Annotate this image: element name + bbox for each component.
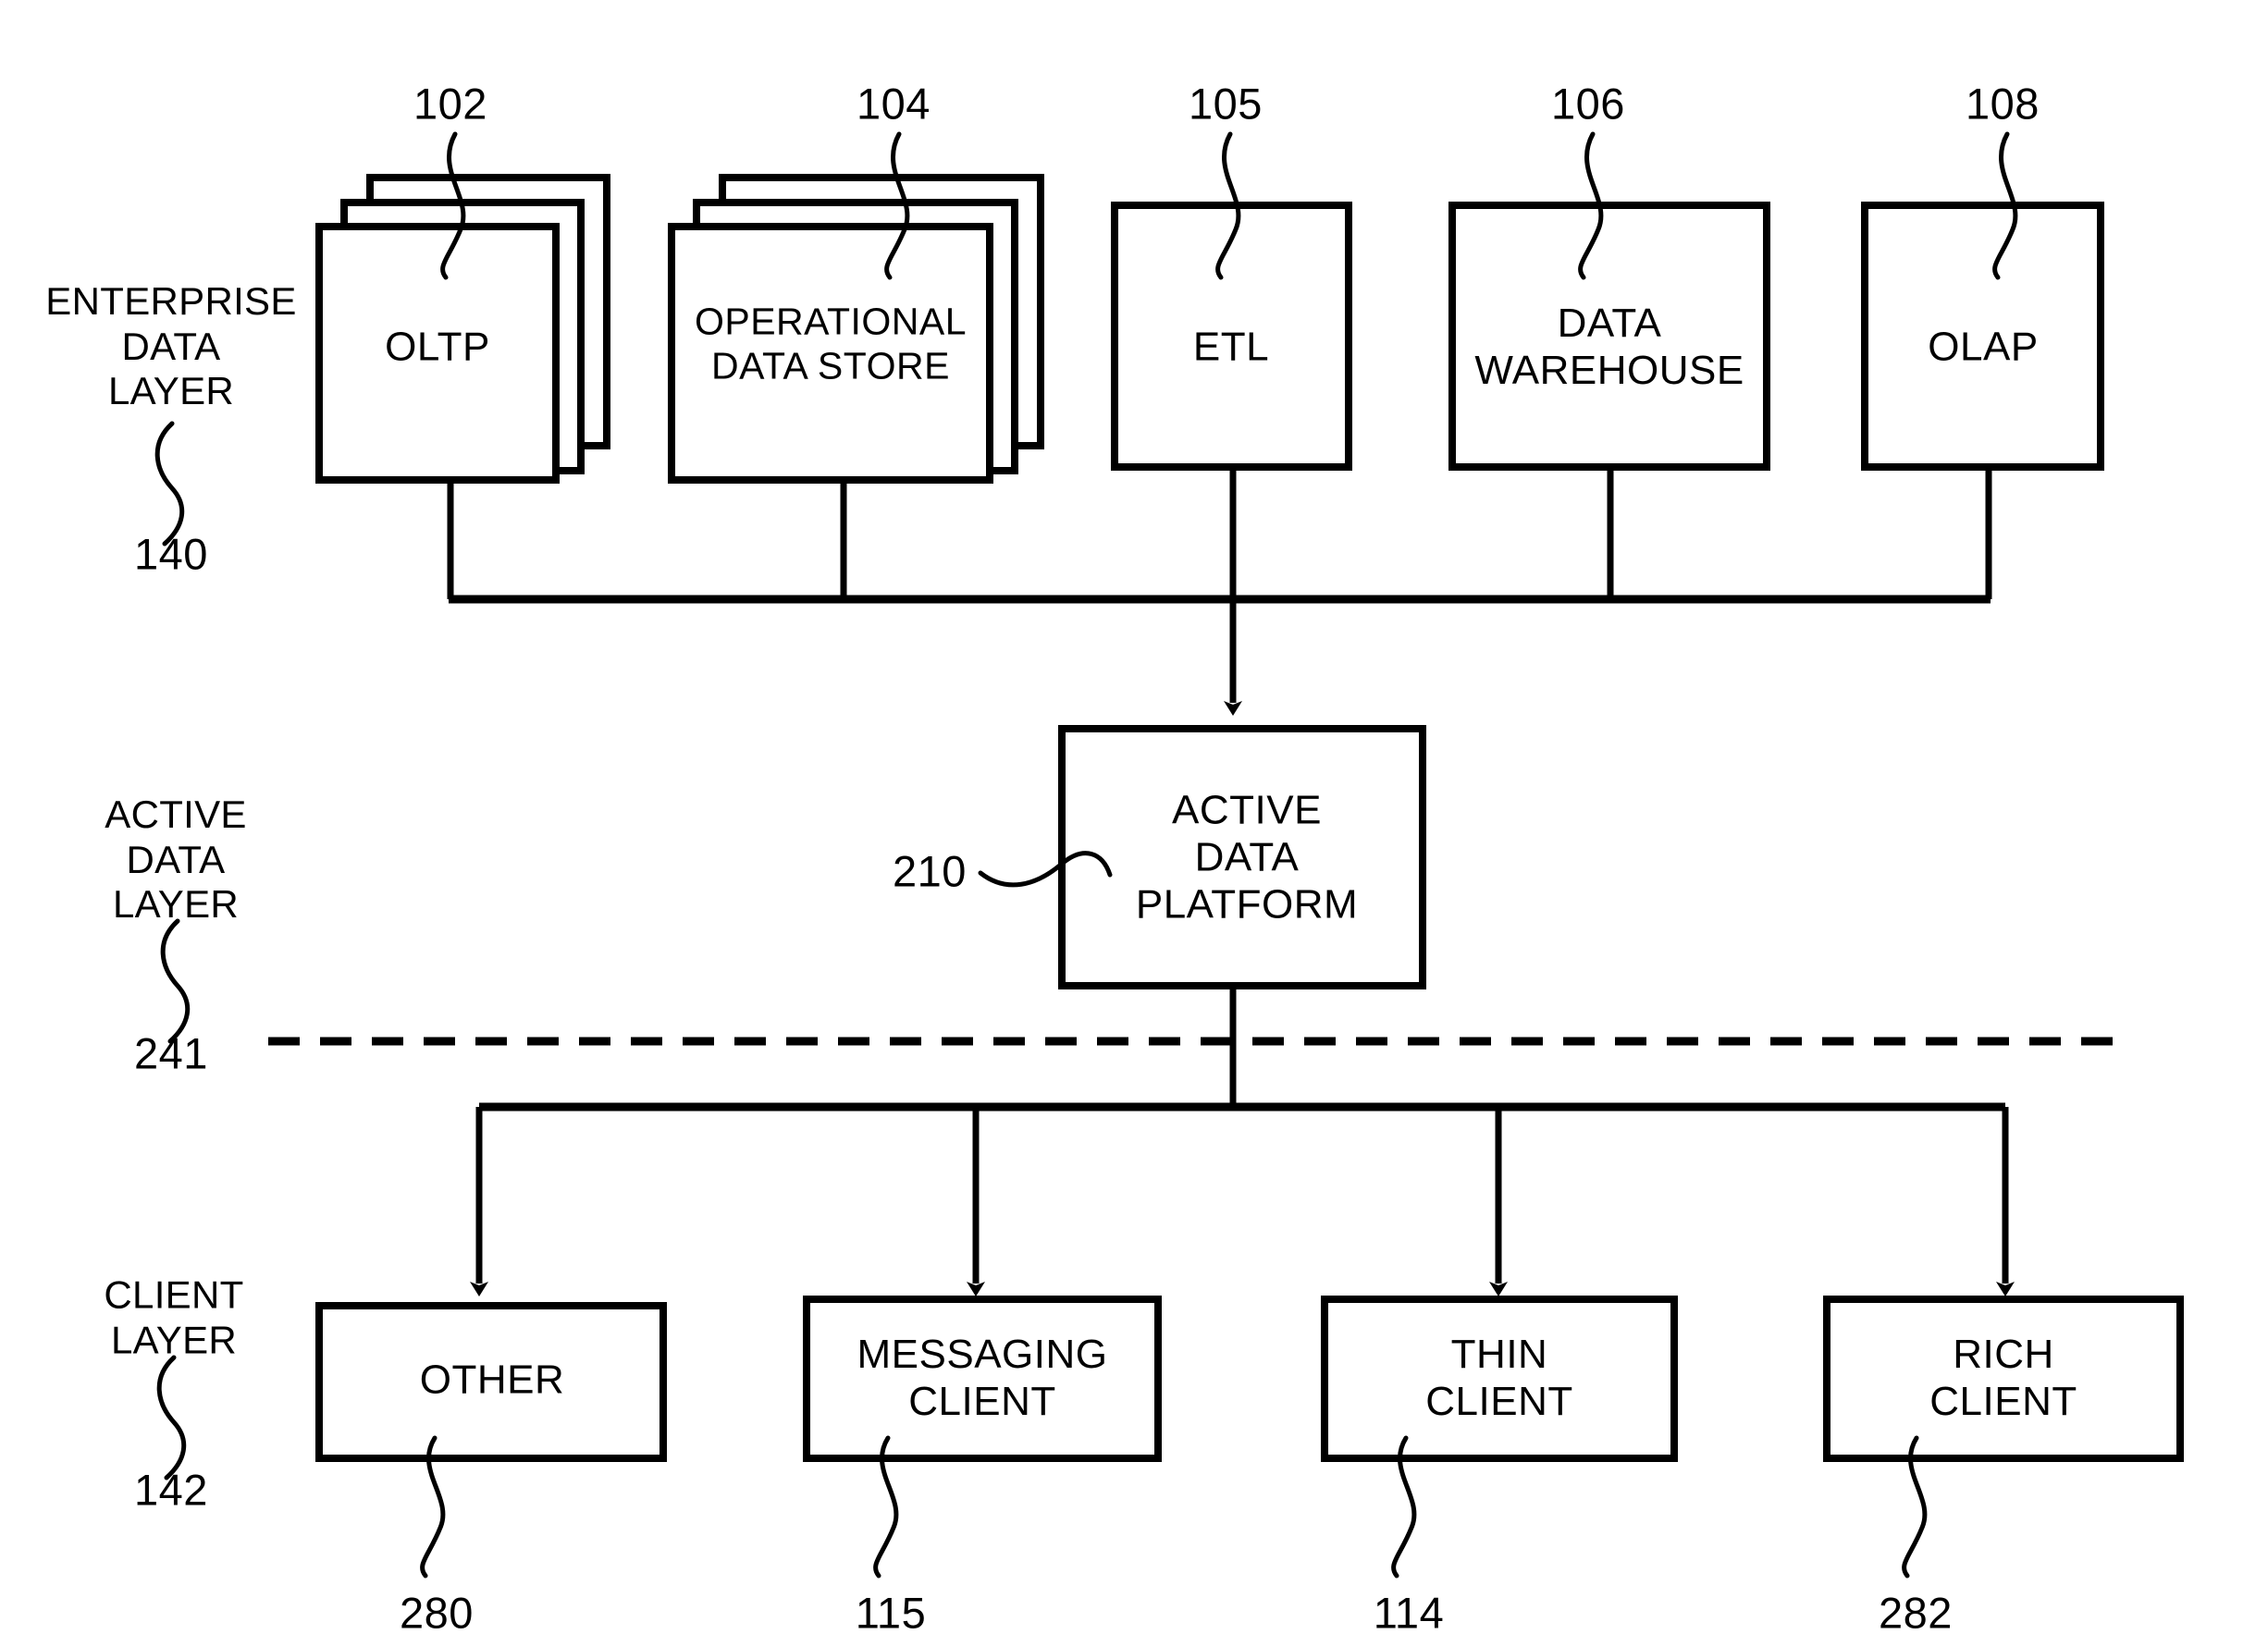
layer-ref-241: 241 bbox=[134, 1028, 208, 1078]
layer-ref-142: 142 bbox=[134, 1465, 208, 1515]
node-label-messaging-client: MESSAGING CLIENT bbox=[857, 1331, 1108, 1424]
node-ref-210: 210 bbox=[893, 846, 967, 896]
node-ref-115: 115 bbox=[855, 1588, 927, 1634]
node-label-etl: ETL bbox=[1192, 324, 1270, 370]
layer-ref-140: 140 bbox=[134, 529, 208, 579]
node-ref-282: 282 bbox=[1879, 1588, 1953, 1634]
node-label-ods: OPERATIONAL DATA STORE bbox=[694, 300, 968, 387]
layer-label-client: CLIENT LAYER bbox=[104, 1272, 244, 1361]
layer-label-active: ACTIVE DATA LAYER bbox=[105, 792, 247, 927]
node-ref-108: 108 bbox=[1966, 79, 2040, 129]
node-ref-106: 106 bbox=[1551, 79, 1625, 129]
layer-label-enterprise: ENTERPRISE DATA LAYER bbox=[45, 278, 297, 413]
node-label-oltp: OLTP bbox=[385, 324, 490, 370]
leader-line-140 bbox=[154, 421, 185, 547]
node-label-olap: OLAP bbox=[1928, 324, 2039, 370]
node-ref-114: 114 bbox=[1373, 1588, 1445, 1634]
node-ref-280: 280 bbox=[400, 1588, 474, 1634]
node-label-other: OTHER bbox=[419, 1357, 565, 1403]
node-ref-105: 105 bbox=[1189, 79, 1263, 129]
leader-line-241 bbox=[160, 918, 191, 1044]
diagram-canvas: ENTERPRISE DATA LAYER 140 ACTIVE DATA LA… bbox=[0, 0, 2268, 1634]
node-label-active-data-platform: ACTIVE DATA PLATFORM bbox=[1135, 787, 1359, 928]
node-label-thin-client: THIN CLIENT bbox=[1425, 1331, 1573, 1424]
leader-line-142 bbox=[156, 1355, 187, 1480]
node-label-data-warehouse: DATA WAREHOUSE bbox=[1474, 300, 1744, 393]
node-label-rich-client: RICH CLIENT bbox=[1929, 1331, 2077, 1424]
node-ref-104: 104 bbox=[857, 79, 931, 129]
node-ref-102: 102 bbox=[413, 79, 487, 129]
